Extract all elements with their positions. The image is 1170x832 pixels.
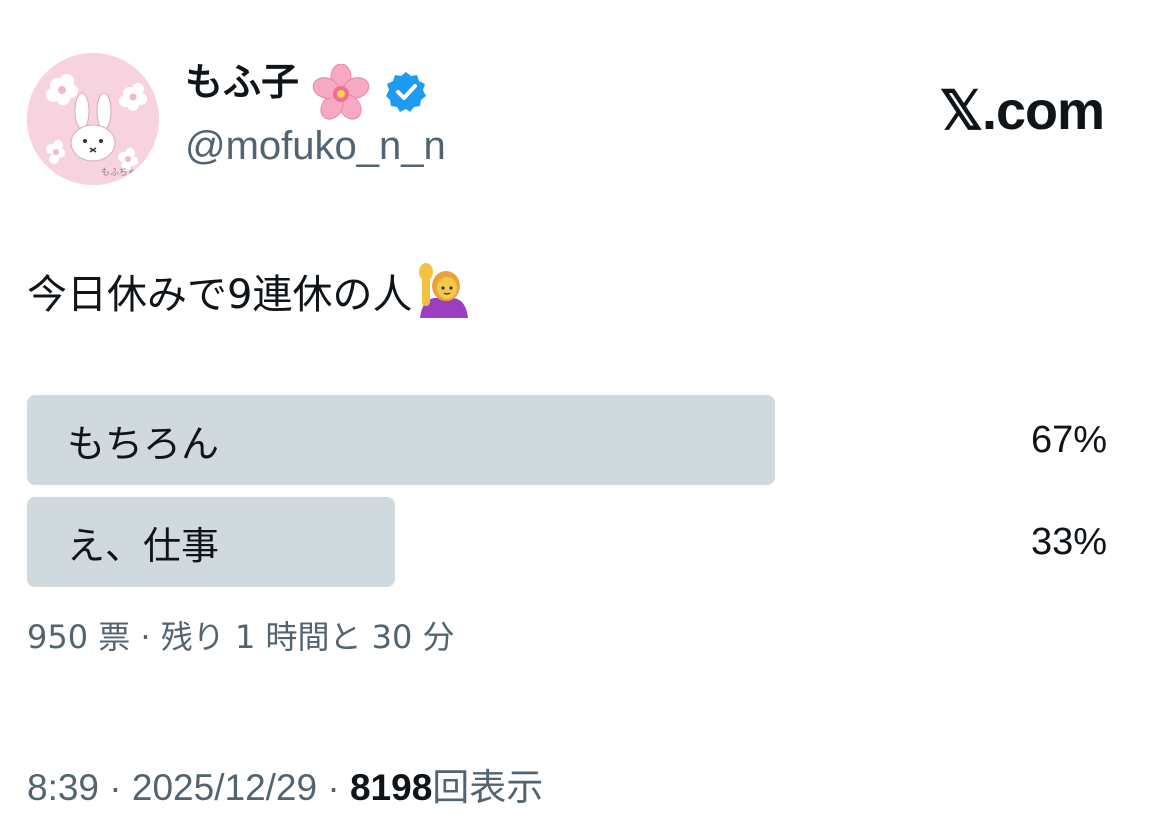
poll-option-2: え、仕事 33%: [27, 497, 1107, 587]
views-label: 回表示: [432, 766, 544, 809]
miffy-avatar-image: もふちゃん: [27, 53, 159, 185]
verified-badge-icon: [386, 72, 426, 112]
poll-option-percent: 33%: [1030, 520, 1107, 563]
post-time[interactable]: 8:39: [27, 767, 99, 808]
cherry-blossom-icon: [312, 64, 370, 120]
poll-option-label: え、仕事: [67, 523, 220, 568]
post-text: 今日休みで9連休の人: [27, 262, 472, 319]
separator: ·: [317, 767, 350, 808]
poll-summary: 950 票 · 残り 1 時間と 30 分: [27, 618, 455, 656]
post-metadata: 8:39 · 2025/12/29 · 8198回表示: [27, 757, 543, 811]
x-com-logo: 𝕏.com: [939, 81, 1105, 141]
poll-option-label: もちろん: [67, 421, 220, 466]
avatar[interactable]: もふちゃん: [27, 53, 159, 185]
user-handle[interactable]: @mofuko_n_n: [185, 124, 446, 168]
separator: ·: [99, 767, 132, 808]
display-name[interactable]: もふ子: [185, 61, 299, 104]
poll-option-1: もちろん 67%: [27, 395, 1107, 485]
post-card: もふちゃん もふ子 @mofuko_n_n 𝕏.com 今日休みで9連休の人 も…: [0, 0, 1170, 832]
avatar-signature: もふちゃん: [101, 167, 146, 178]
post-text-body: 今日休みで9連休の人: [27, 272, 413, 318]
post-date[interactable]: 2025/12/29: [132, 767, 317, 808]
person-raising-hand-icon: [419, 263, 469, 318]
poll-option-percent: 67%: [1030, 418, 1107, 461]
views-count: 8198: [349, 767, 433, 808]
